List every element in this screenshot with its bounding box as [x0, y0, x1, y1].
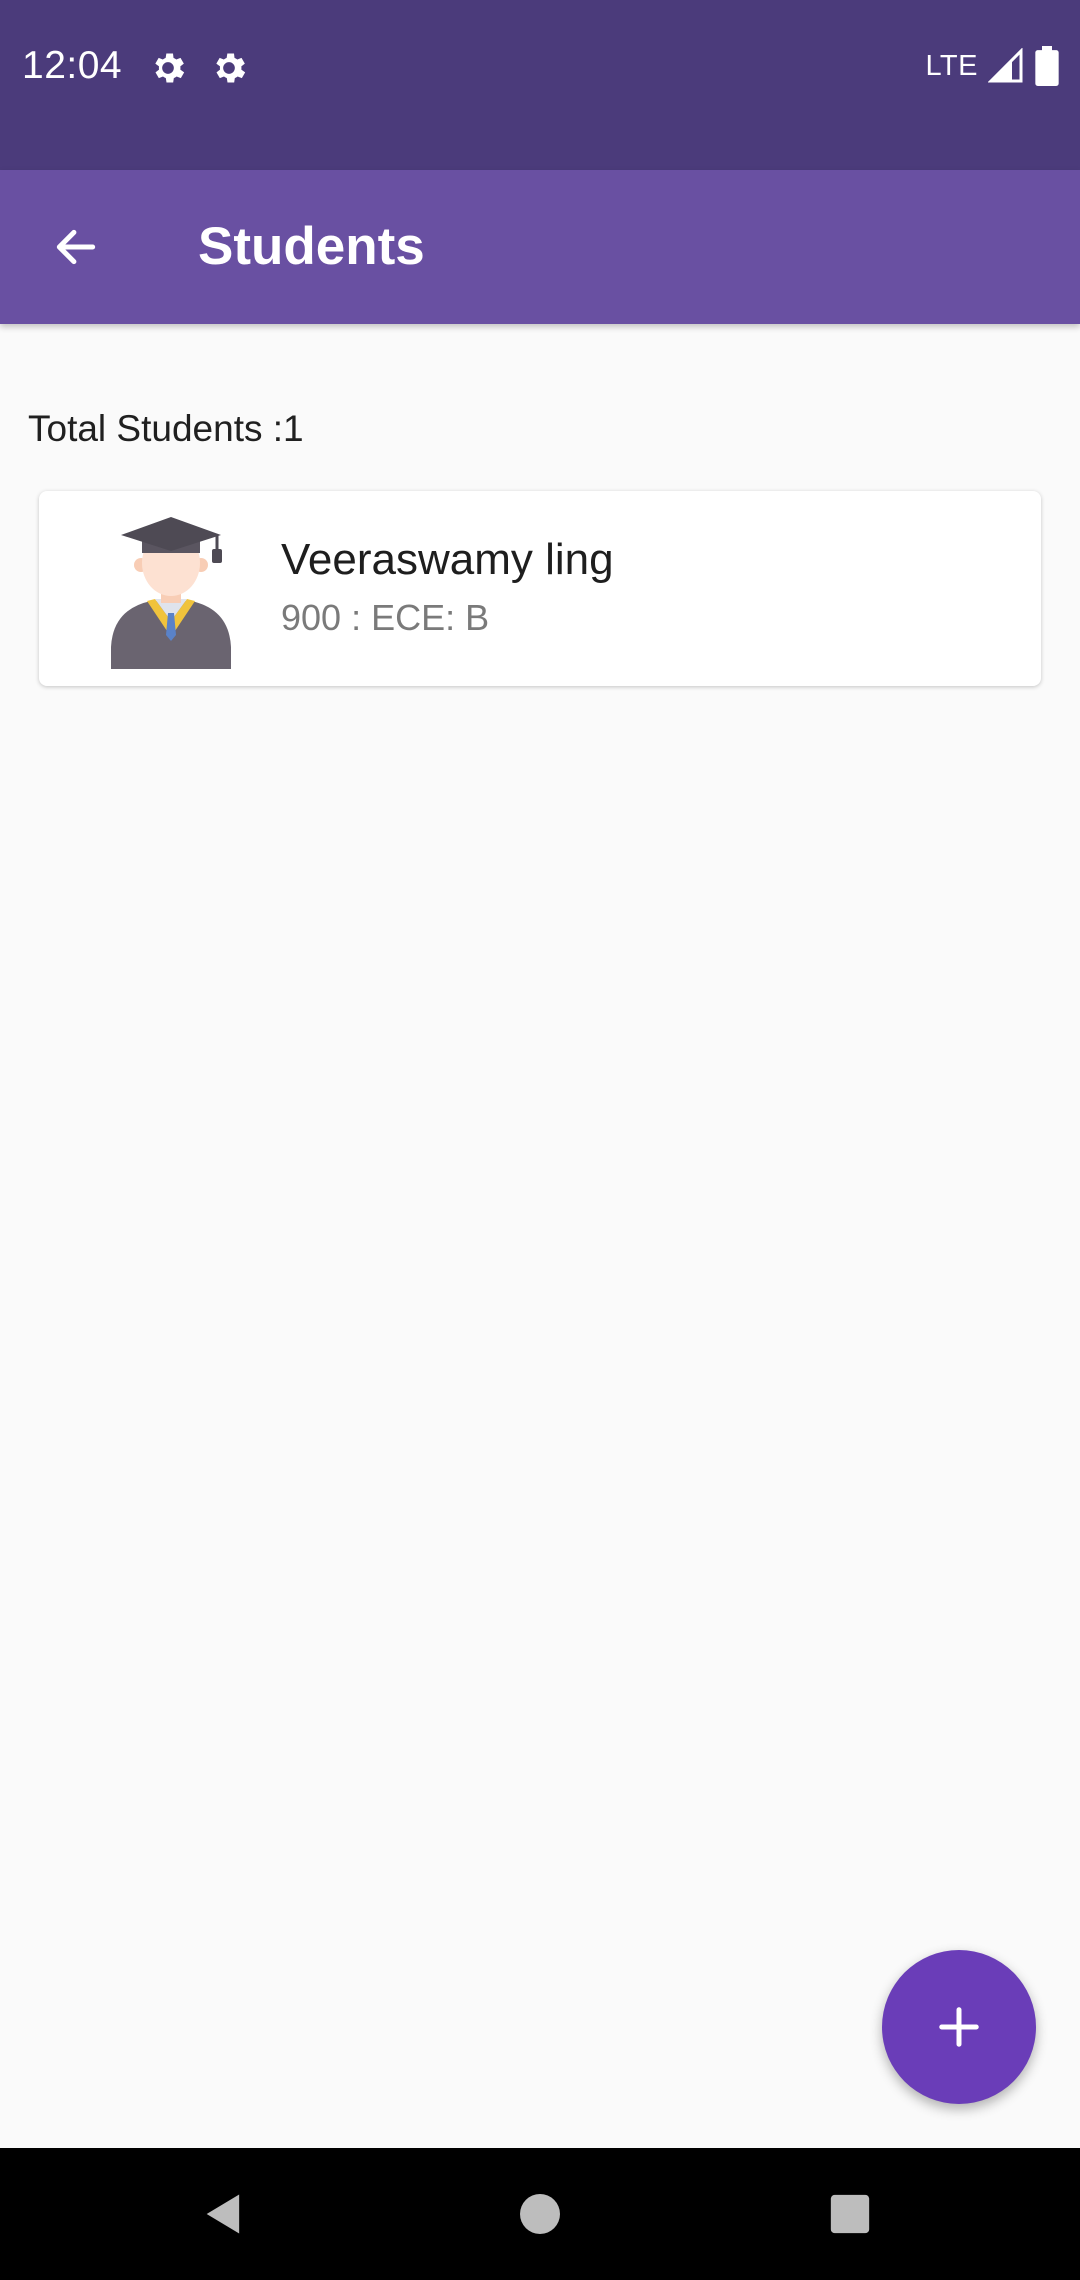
signal-icon [988, 48, 1023, 83]
plus-icon [939, 2007, 979, 2047]
arrow-left-icon [56, 229, 96, 265]
status-time: 12:04 [22, 44, 123, 87]
network-type: LTE [925, 49, 978, 82]
nav-back-button[interactable] [188, 2178, 260, 2250]
student-detail: 900 : ECE: B [281, 597, 490, 638]
app-bar: Students [0, 170, 1080, 324]
recents-square-icon [830, 2194, 870, 2234]
battery-icon [1035, 46, 1059, 86]
student-card[interactable]: Veeraswamy ling 900 : ECE: B [39, 491, 1041, 686]
graduate-avatar-icon [111, 517, 231, 669]
nav-home-button[interactable] [504, 2178, 576, 2250]
student-name: Veeraswamy ling [281, 535, 614, 584]
nav-recents-button[interactable] [814, 2178, 886, 2250]
add-student-button[interactable] [882, 1950, 1036, 2104]
status-bar: 12:04 LTE [0, 0, 1080, 170]
gear-icon [216, 53, 246, 83]
total-students-label: Total Students :1 [28, 408, 304, 449]
system-nav-bar [0, 2148, 1080, 2280]
back-button[interactable] [36, 207, 116, 287]
back-triangle-icon [206, 2194, 240, 2234]
status-indicators: LTE [925, 44, 1060, 88]
home-circle-icon [520, 2194, 560, 2234]
gear-icon [155, 53, 185, 83]
page-title: Students [198, 217, 425, 276]
